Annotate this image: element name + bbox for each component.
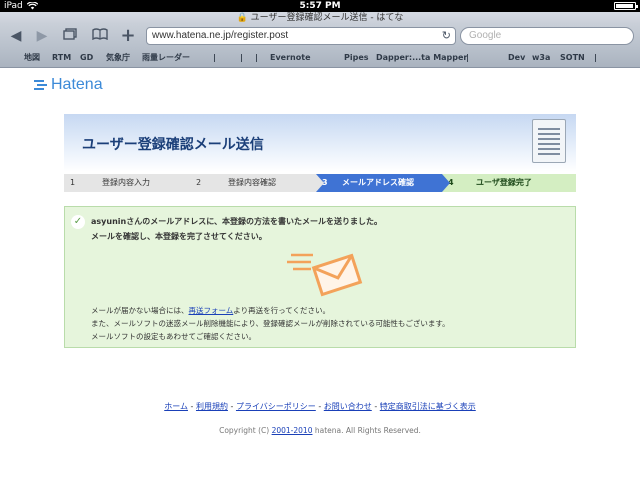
pages-icon <box>63 28 77 40</box>
step-4: 4 ユーザ登録完了 <box>442 174 576 192</box>
footer-link-commerce-law[interactable]: 特定商取引法に基づく表示 <box>380 402 476 411</box>
step-3-current: 3 メールアドレス確認 <box>316 174 442 192</box>
progress-steps: 1 登録内容入力 2 登録内容確認 3 メールアドレス確認 4 ユーザ登録完了 <box>64 174 576 192</box>
document-icon <box>532 119 566 163</box>
step-label: 登録内容確認 <box>228 178 276 187</box>
bookmark-item[interactable]: GD <box>80 48 93 68</box>
bookmark-separator: | <box>594 53 597 62</box>
footer-separator: - <box>227 402 236 411</box>
note-text: より再送を行ってください。 <box>233 306 331 315</box>
check-icon: ✓ <box>71 215 85 229</box>
message-line-1: asyuninさんのメールアドレスに、本登録の方法を書いたメールを送りました。 <box>91 217 382 226</box>
page-header: ユーザー登録確認メール送信 <box>64 114 576 172</box>
url-field[interactable]: www.hatena.ne.jp/register.post ↻ <box>146 27 456 45</box>
bookmark-item[interactable]: Dev <box>508 48 525 68</box>
reload-icon[interactable]: ↻ <box>442 28 451 44</box>
footer-link-privacy[interactable]: プライバシーポリシー <box>236 402 316 411</box>
bookmark-item[interactable]: 雨量レーダー <box>142 48 190 68</box>
footer-separator: - <box>315 402 324 411</box>
bookmarks-bar: 地図 RTM GD 気象庁 雨量レーダー | | | Evernote Pipe… <box>0 48 640 68</box>
back-button[interactable]: ◀ <box>6 27 26 45</box>
battery-icon <box>614 2 638 10</box>
footer-separator: - <box>371 402 380 411</box>
note-text: メールが届かない場合には、 <box>91 306 189 315</box>
bookmark-item[interactable]: w3a <box>532 48 550 68</box>
add-bookmark-button[interactable]: + <box>118 27 138 45</box>
copyright-years-link[interactable]: 2001-2010 <box>272 426 313 435</box>
book-icon <box>92 28 108 41</box>
note-line-2: また、メールソフトの迷惑メール削除機能により、登録確認メールが削除されている可能… <box>91 319 450 328</box>
bookmark-item[interactable]: SOTN <box>560 48 585 68</box>
page-window-title: ユーザー登録確認メール送信 - はてな <box>250 13 404 23</box>
message-line-2: メールを確認し、本登録を完了させてください。 <box>91 232 267 241</box>
page-title: ユーザー登録確認メール送信 <box>82 137 264 153</box>
hatena-mark-icon <box>34 80 47 90</box>
step-label: 登録内容入力 <box>102 178 150 187</box>
step-label: ユーザ登録完了 <box>476 178 532 187</box>
forward-button[interactable]: ▶ <box>32 27 52 45</box>
bookmark-item[interactable]: 気象庁 <box>106 48 130 68</box>
search-placeholder: Google <box>469 30 502 41</box>
note-line-3: メールソフトの設定もあわせてご確認ください。 <box>91 332 256 341</box>
footer-link-terms[interactable]: 利用規約 <box>196 402 228 411</box>
step-1: 1 登録内容入力 <box>64 174 190 192</box>
bookmark-item[interactable]: Pipes <box>344 48 369 68</box>
copyright: Copyright (C) 2001-2010 hatena. All Righ… <box>0 426 640 435</box>
step-arrow-icon <box>442 174 450 192</box>
step-2: 2 登録内容確認 <box>190 174 316 192</box>
status-time: 5:57 PM <box>299 1 341 11</box>
status-right <box>614 0 638 10</box>
tabs-button[interactable] <box>60 27 80 45</box>
bookmark-separator: | <box>255 53 258 62</box>
browser-toolbar: ◀ ▶ + www.hatena.ne.jp/register.post ↻ G… <box>0 24 640 48</box>
copyright-prefix: Copyright (C) <box>219 426 272 435</box>
footer-links: ホーム - 利用規約 - プライバシーポリシー - お問い合わせ - 特定商取引… <box>0 401 640 412</box>
lock-icon: 🔒 <box>236 13 248 23</box>
bookmark-item[interactable]: 地図 <box>24 48 40 68</box>
plus-icon: + <box>120 25 136 46</box>
note-line-1: メールが届かない場合には、再送フォームより再送を行ってください。 <box>91 305 330 316</box>
confirmation-message-box: ✓ asyuninさんのメールアドレスに、本登録の方法を書いたメールを送りました… <box>64 206 576 348</box>
hatena-logo[interactable]: Hatena <box>34 76 103 94</box>
copyright-suffix: hatena. All Rights Reserved. <box>312 426 421 435</box>
bookmark-item[interactable]: Dapper:...ta Mapper <box>376 48 467 68</box>
url-text: www.hatena.ne.jp/register.post <box>152 30 289 41</box>
logo-text: Hatena <box>51 76 103 93</box>
browser-title-bar: 🔒 ユーザー登録確認メール送信 - はてな <box>0 12 640 24</box>
bookmarks-button[interactable] <box>90 27 110 45</box>
footer-link-contact[interactable]: お問い合わせ <box>324 402 372 411</box>
step-label: メールアドレス確認 <box>342 178 414 187</box>
resend-form-link[interactable]: 再送フォーム <box>189 306 234 315</box>
bookmark-item[interactable]: Evernote <box>270 48 311 68</box>
step-arrow-icon <box>316 174 324 192</box>
bookmark-separator: | <box>240 53 243 62</box>
bookmark-separator: | <box>213 53 216 62</box>
bookmark-separator: | <box>466 53 469 62</box>
footer-separator: - <box>187 402 196 411</box>
footer-link-home[interactable]: ホーム <box>164 402 188 411</box>
step-number: 1 <box>70 178 76 187</box>
step-arrow-icon <box>190 174 198 192</box>
status-bar: iPad 5:57 PM <box>0 0 640 12</box>
bookmark-item[interactable]: RTM <box>52 48 71 68</box>
envelope-icon <box>287 253 363 297</box>
search-field[interactable]: Google <box>460 27 634 45</box>
